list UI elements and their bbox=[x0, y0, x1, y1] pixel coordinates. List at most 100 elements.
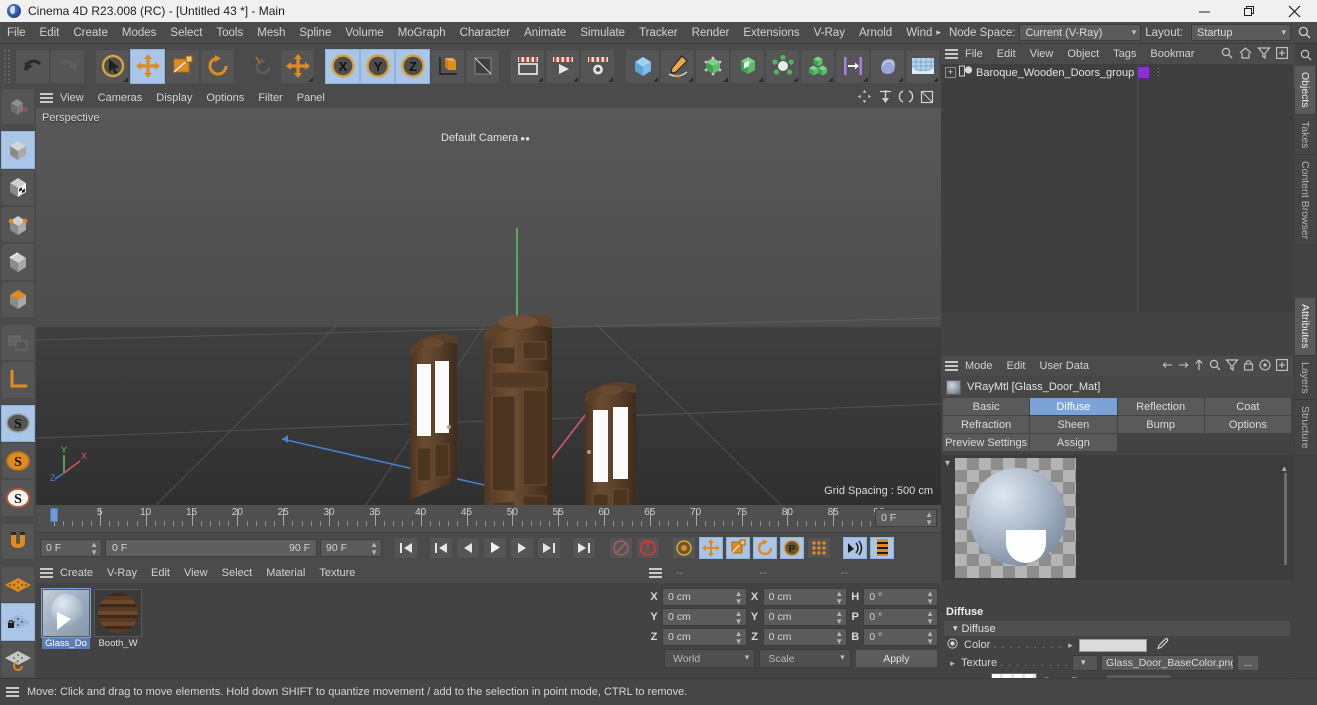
scale-key-icon[interactable] bbox=[726, 536, 750, 559]
viewport-panel-menu-icon[interactable] bbox=[40, 91, 53, 105]
vertical-tab-layers[interactable]: Layers bbox=[1295, 355, 1315, 401]
filter-icon[interactable] bbox=[1257, 46, 1271, 62]
restore-icon[interactable] bbox=[1227, 0, 1272, 22]
forward-arrow-icon[interactable] bbox=[1178, 360, 1189, 373]
polygon-mode-icon[interactable] bbox=[1, 280, 35, 319]
menu-overflow-arrow-icon[interactable]: ▸ bbox=[932, 27, 945, 38]
coord-size-x-field[interactable]: 0 cm ▲ ▼ bbox=[762, 587, 848, 606]
generator-nurbs-icon[interactable] bbox=[695, 48, 730, 84]
viewport-menu-filter[interactable]: Filter bbox=[251, 87, 289, 109]
close-icon[interactable] bbox=[1272, 0, 1317, 22]
diffuse-color-swatch[interactable] bbox=[1078, 638, 1147, 652]
timeline-playhead[interactable] bbox=[50, 508, 58, 522]
menu-spline[interactable]: Spline bbox=[292, 22, 338, 44]
material-item-booth-wood[interactable]: Booth_W bbox=[94, 589, 142, 649]
redo-icon[interactable] bbox=[50, 48, 85, 84]
toolbar-grip[interactable] bbox=[3, 49, 12, 83]
texture-type-dropdown[interactable]: ▾ bbox=[1072, 655, 1099, 671]
edge-mode-icon[interactable] bbox=[1, 243, 35, 281]
field-icon[interactable] bbox=[835, 48, 870, 84]
up-arrow-icon[interactable] bbox=[1194, 359, 1204, 374]
color-channel-toggle-icon[interactable] bbox=[947, 638, 958, 652]
add-layout-icon[interactable] bbox=[1276, 46, 1288, 62]
undo-icon[interactable] bbox=[15, 48, 50, 84]
menu-select[interactable]: Select bbox=[163, 22, 209, 44]
menu-window[interactable]: Wind bbox=[899, 22, 932, 44]
object-menu-view[interactable]: View bbox=[1023, 43, 1061, 65]
target-icon[interactable] bbox=[1259, 358, 1271, 374]
layout-dropdown[interactable]: Startup ▾ bbox=[1191, 24, 1291, 41]
render-settings-icon[interactable] bbox=[580, 48, 615, 84]
previous-key-icon[interactable] bbox=[429, 536, 453, 559]
viewport-menu-panel[interactable]: Panel bbox=[290, 87, 332, 109]
menu-extensions[interactable]: Extensions bbox=[736, 22, 806, 44]
vertical-tab-structure[interactable]: Structure bbox=[1295, 400, 1315, 456]
menu-arnold[interactable]: Arnold bbox=[852, 22, 899, 44]
record-keyframe-icon[interactable] bbox=[636, 536, 660, 559]
timeline-range-bar[interactable]: 0 F 90 F bbox=[105, 538, 317, 557]
vertical-tab-objects[interactable]: Objects bbox=[1295, 66, 1315, 115]
coordinate-mode-dropdown[interactable]: Scale ▾ bbox=[759, 649, 851, 668]
apply-button[interactable]: Apply bbox=[854, 649, 938, 668]
menu-vray[interactable]: V-Ray bbox=[807, 22, 852, 44]
move-tool-icon[interactable] bbox=[130, 48, 165, 84]
coord-pos-y-field[interactable]: 0 cm ▲ ▼ bbox=[662, 607, 747, 626]
material-panel-menu-icon[interactable] bbox=[40, 566, 53, 580]
search-icon[interactable] bbox=[1295, 26, 1313, 39]
menu-modes[interactable]: Modes bbox=[115, 22, 164, 44]
coordinates-panel-menu-icon[interactable] bbox=[649, 566, 662, 580]
timeline-ruler[interactable]: 051015202530354045505560657075808590 0 F… bbox=[36, 505, 941, 533]
cube-primitive-icon[interactable] bbox=[625, 48, 660, 84]
point-mode-icon[interactable] bbox=[1, 206, 35, 244]
step-forward-icon[interactable] bbox=[510, 536, 534, 559]
render-region-icon[interactable] bbox=[510, 48, 545, 84]
tab-diffuse[interactable]: Diffuse bbox=[1030, 398, 1117, 415]
mograph-cloner-icon[interactable] bbox=[800, 48, 835, 84]
rotation-key-icon[interactable] bbox=[753, 536, 777, 559]
object-menu-bookmarks[interactable]: Bookmark bbox=[1143, 43, 1195, 65]
viewport-solo-icon[interactable] bbox=[1, 324, 35, 362]
preview-scrollbar[interactable]: ▴ bbox=[1282, 463, 1289, 573]
coord-size-y-field[interactable]: 0 cm ▲ ▼ bbox=[762, 607, 848, 626]
minimize-icon[interactable] bbox=[1182, 0, 1227, 22]
landscape-icon[interactable] bbox=[905, 48, 940, 84]
axis-modify-icon[interactable] bbox=[1, 361, 35, 399]
back-arrow-icon[interactable] bbox=[1162, 360, 1173, 373]
sound-icon[interactable] bbox=[843, 536, 867, 559]
current-frame-field[interactable]: 0 F ▲ ▼ bbox=[875, 509, 937, 527]
scale-tool-icon[interactable] bbox=[165, 48, 200, 84]
menu-create[interactable]: Create bbox=[66, 22, 115, 44]
magnet-icon[interactable] bbox=[1, 522, 35, 561]
coord-rot-b-field[interactable]: 0 ° ▲ ▼ bbox=[863, 627, 938, 646]
model-mode-icon[interactable] bbox=[1, 131, 35, 169]
viewport-menu-display[interactable]: Display bbox=[149, 87, 199, 109]
tag-overflow-icon[interactable]: ⋮ bbox=[1153, 67, 1163, 77]
attribute-menu-mode[interactable]: Mode bbox=[958, 355, 1000, 377]
menu-animate[interactable]: Animate bbox=[517, 22, 573, 44]
preview-end-field[interactable]: 90 F ▲ ▼ bbox=[320, 538, 382, 557]
position-key-icon[interactable] bbox=[699, 536, 723, 559]
dolly-view-icon[interactable] bbox=[880, 90, 891, 106]
material-item-glass-door[interactable]: Glass_Do bbox=[41, 588, 91, 649]
go-to-end-icon[interactable] bbox=[572, 536, 596, 559]
chevron-down-icon[interactable]: ▾ bbox=[945, 458, 950, 469]
tab-basic[interactable]: Basic bbox=[943, 398, 1030, 415]
rotate-view-icon[interactable] bbox=[898, 90, 914, 106]
step-back-icon[interactable] bbox=[456, 536, 480, 559]
axis-x-icon[interactable]: X bbox=[325, 48, 360, 84]
home-icon[interactable] bbox=[1239, 46, 1252, 62]
attribute-menu-user-data[interactable]: User Data bbox=[1033, 355, 1097, 377]
array-icon[interactable] bbox=[730, 48, 765, 84]
lock-workplane-icon[interactable] bbox=[1, 603, 35, 641]
object-menu-edit[interactable]: Edit bbox=[990, 43, 1023, 65]
workplane-snap-icon[interactable]: S bbox=[1, 479, 35, 517]
enable-snap-icon[interactable]: S bbox=[1, 404, 35, 443]
next-key-icon[interactable] bbox=[537, 536, 561, 559]
coord-rot-h-field[interactable]: 0 ° ▲ ▼ bbox=[863, 587, 938, 606]
tab-coat[interactable]: Coat bbox=[1204, 398, 1291, 415]
material-preview-image[interactable] bbox=[955, 458, 1076, 578]
coordinate-system-dropdown[interactable]: World ▾ bbox=[664, 649, 756, 668]
tab-options[interactable]: Options bbox=[1204, 416, 1291, 433]
menu-edit[interactable]: Edit bbox=[33, 22, 67, 44]
expand-arrow-icon[interactable]: ▸ bbox=[1068, 640, 1073, 651]
